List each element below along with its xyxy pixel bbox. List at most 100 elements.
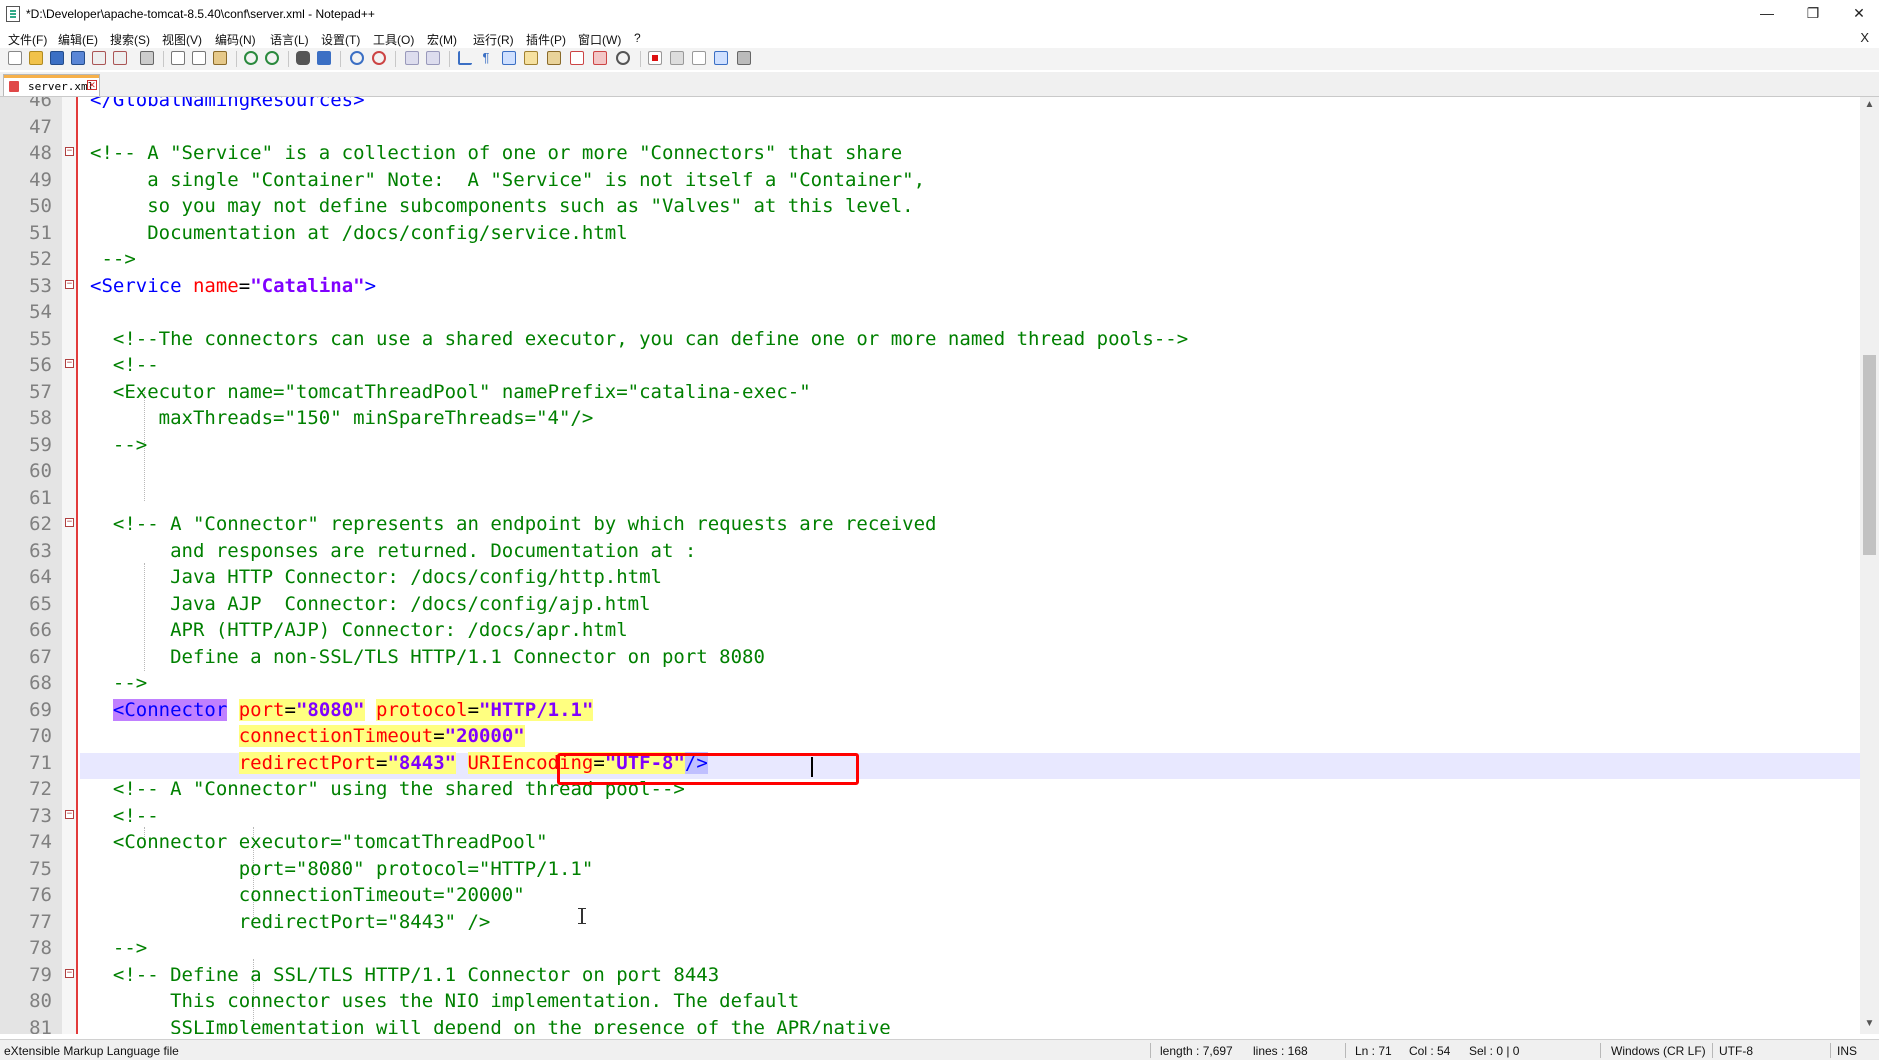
code-line[interactable]: 49 a single "Container" Note: A "Service… (0, 167, 1860, 193)
menu-plugins[interactable]: 插件(P) (526, 31, 566, 48)
redo-icon[interactable] (265, 51, 279, 65)
code-line[interactable]: 46 </GlobalNamingResources> (0, 97, 1860, 113)
save-icon[interactable] (50, 51, 64, 65)
replace-icon[interactable] (317, 51, 331, 65)
word-wrap-icon[interactable] (458, 51, 472, 65)
vertical-scrollbar[interactable]: ▲ ▼ (1860, 97, 1879, 1034)
tab-server-xml[interactable]: server.xml ✕ (3, 74, 100, 96)
print-icon[interactable] (140, 51, 154, 65)
play-macro-icon[interactable] (692, 51, 706, 65)
code-line[interactable]: 76 connectionTimeout="20000" (0, 882, 1860, 908)
code-line[interactable]: 59 --> (0, 432, 1860, 458)
function-list-icon[interactable] (570, 51, 584, 65)
copy-icon[interactable] (192, 51, 206, 65)
stop-record-icon[interactable] (670, 51, 684, 65)
record-macro-icon[interactable] (648, 51, 662, 65)
tab-close-icon[interactable]: ✕ (87, 80, 97, 90)
open-file-icon[interactable] (29, 51, 43, 65)
scroll-down-arrow-icon[interactable]: ▼ (1860, 1018, 1879, 1032)
run-macro-multiple-icon[interactable] (714, 51, 728, 65)
maximize-button[interactable]: ❐ (1793, 2, 1833, 24)
code-line[interactable]: 80 This connector uses the NIO implement… (0, 988, 1860, 1014)
close-document-button[interactable]: X (1860, 30, 1869, 45)
code-line[interactable]: 73 − <!-- (0, 803, 1860, 829)
find-icon[interactable] (296, 51, 310, 65)
menu-window[interactable]: 窗口(W) (578, 31, 621, 48)
code-line[interactable]: 77 redirectPort="8443" /> (0, 909, 1860, 935)
line-number: 56 (29, 354, 52, 376)
code-line[interactable]: 72 <!-- A "Connector" using the shared t… (0, 776, 1860, 802)
code-line[interactable]: 71 redirectPort="8443" URIEncoding="UTF-… (0, 750, 1860, 776)
fold-toggle-icon[interactable]: − (65, 279, 74, 289)
menu-file[interactable]: 文件(F) (8, 31, 47, 48)
status-eol[interactable]: Windows (CR LF) (1611, 1044, 1706, 1058)
menu-macro[interactable]: 宏(M) (427, 31, 457, 48)
fold-toggle-icon[interactable]: − (65, 147, 74, 156)
doc-map-icon[interactable] (547, 51, 561, 65)
code-line[interactable]: 74 <Connector executor="tomcatThreadPool… (0, 829, 1860, 855)
code-line[interactable]: 54 (0, 299, 1860, 325)
zoom-out-icon[interactable] (372, 51, 386, 65)
scrollbar-thumb[interactable] (1863, 355, 1876, 555)
code-line[interactable]: 55 <!--The connectors can use a shared e… (0, 326, 1860, 352)
code-line[interactable]: 68 --> (0, 670, 1860, 696)
code-line[interactable]: 58 maxThreads="150" minSpareThreads="4"/… (0, 405, 1860, 431)
scroll-up-arrow-icon[interactable]: ▲ (1860, 99, 1879, 113)
code-line[interactable]: 48 − <!-- A "Service" is a collection of o… (0, 140, 1860, 166)
code-line[interactable]: 56 − <!-- (0, 352, 1860, 378)
fold-toggle-icon[interactable]: − (65, 359, 74, 368)
menu-edit[interactable]: 编辑(E) (58, 31, 98, 48)
code-editor[interactable]: 46 </GlobalNamingResources> 47 48 − <!-- A "S… (0, 97, 1860, 1034)
close-all-icon[interactable] (113, 51, 127, 65)
user-language-icon[interactable] (524, 51, 538, 65)
status-encoding[interactable]: UTF-8 (1719, 1044, 1753, 1058)
close-window-button[interactable]: ✕ (1839, 2, 1879, 24)
code-line[interactable]: 67 Define a non-SSL/TLS HTTP/1.1 Connect… (0, 644, 1860, 670)
menu-help[interactable]: ? (634, 31, 641, 45)
fold-toggle-icon[interactable]: − (65, 968, 74, 978)
menu-encoding[interactable]: 编码(N) (215, 31, 256, 48)
undo-icon[interactable] (244, 51, 258, 65)
zoom-in-icon[interactable] (350, 51, 364, 65)
code-line[interactable]: 60 (0, 458, 1860, 484)
code-line[interactable]: 70 connectionTimeout="20000" (0, 723, 1860, 749)
code-line[interactable]: 53 − <Service name="Catalina"> (0, 273, 1860, 299)
cut-icon[interactable] (171, 51, 185, 65)
code-line[interactable]: 75 port="8080" protocol="HTTP/1.1" (0, 856, 1860, 882)
code-line[interactable]: 52 --> (0, 246, 1860, 272)
code-line[interactable]: 61 (0, 485, 1860, 511)
folder-workspace-icon[interactable] (593, 51, 607, 65)
code-line[interactable]: 69 <Connector port="8080" protocol="HTTP… (0, 697, 1860, 723)
code-line[interactable]: 63 and responses are returned. Documenta… (0, 538, 1860, 564)
menu-tools[interactable]: 工具(O) (373, 31, 414, 48)
sync-vertical-icon[interactable] (405, 51, 419, 65)
code-line[interactable]: 66 APR (HTTP/AJP) Connector: /docs/apr.h… (0, 617, 1860, 643)
indent-guide-icon[interactable] (502, 51, 516, 65)
code-line[interactable]: 81 SSLImplementation will depend on the … (0, 1015, 1860, 1035)
code-line[interactable]: 78 --> (0, 935, 1860, 961)
code-line[interactable]: 79 − <!-- Define a SSL/TLS HTTP/1.1 Conne… (0, 962, 1860, 988)
save-all-icon[interactable] (71, 51, 85, 65)
code-line[interactable]: 64 Java HTTP Connector: /docs/config/htt… (0, 564, 1860, 590)
code-line[interactable]: 50 so you may not define subcomponents s… (0, 193, 1860, 219)
new-file-icon[interactable] (8, 51, 22, 65)
menu-settings[interactable]: 设置(T) (321, 31, 360, 48)
code-line[interactable]: 65 Java AJP Connector: /docs/config/ajp.… (0, 591, 1860, 617)
code-line[interactable]: 51 Documentation at /docs/config/service… (0, 220, 1860, 246)
menu-language[interactable]: 语言(L) (270, 31, 309, 48)
close-icon[interactable] (92, 51, 106, 65)
menu-search[interactable]: 搜索(S) (110, 31, 150, 48)
paste-icon[interactable] (213, 51, 227, 65)
show-all-chars-icon[interactable]: ¶ (479, 51, 493, 65)
menu-view[interactable]: 视图(V) (162, 31, 202, 48)
code-line[interactable]: 47 (0, 114, 1860, 140)
sync-horizontal-icon[interactable] (426, 51, 440, 65)
minimize-button[interactable]: — (1747, 2, 1787, 24)
fold-toggle-icon[interactable]: − (65, 518, 74, 527)
code-line[interactable]: 62 − <!-- A "Connector" represents an end… (0, 511, 1860, 537)
save-macro-icon[interactable] (737, 51, 751, 65)
fold-toggle-icon[interactable]: − (65, 809, 74, 819)
monitoring-icon[interactable] (616, 51, 630, 65)
code-line[interactable]: 57 <Executor name="tomcatThreadPool" nam… (0, 379, 1860, 405)
menu-run[interactable]: 运行(R) (473, 31, 514, 48)
